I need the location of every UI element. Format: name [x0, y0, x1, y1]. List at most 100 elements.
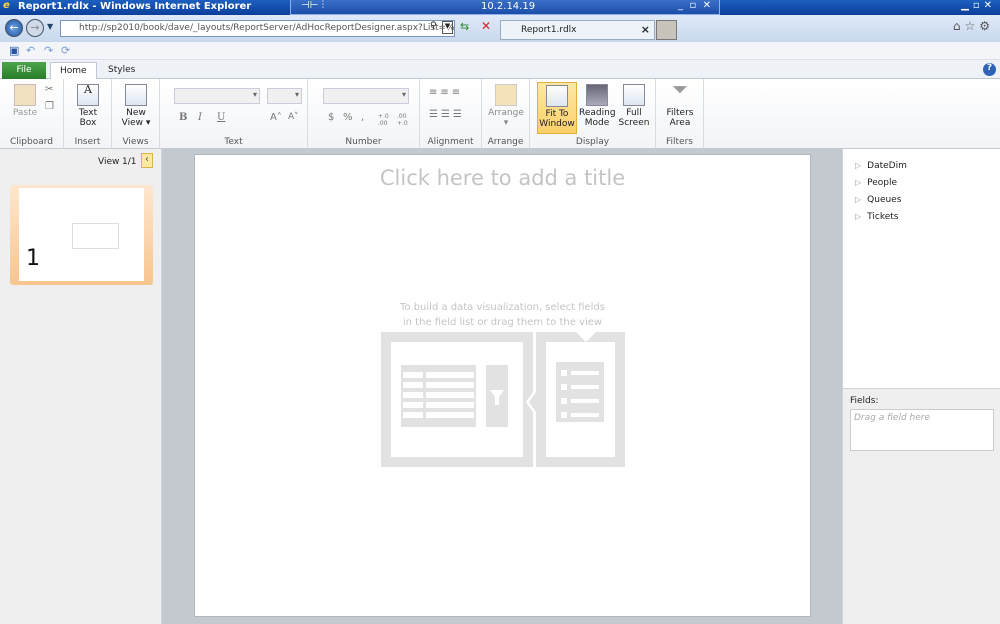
forward-button[interactable]: → — [26, 19, 44, 37]
vertical-align-icons[interactable]: ≡≡≡ — [429, 87, 463, 98]
refresh-report-icon[interactable]: ⟳ — [61, 44, 70, 57]
refresh-icon[interactable]: ⇆ — [460, 20, 469, 33]
cut-icon[interactable]: ✂ — [45, 84, 53, 95]
quick-access-toolbar: ▣ ↶ ↷ ⟳ — [0, 42, 1000, 60]
label: Area — [669, 118, 691, 128]
currency-button[interactable]: $ — [328, 112, 334, 123]
label: View ▾ — [121, 118, 151, 128]
tab-close-button[interactable]: × — [641, 23, 650, 36]
group-text: B I U A˄ A˅ Text — [160, 79, 308, 149]
bold-button[interactable]: B — [179, 112, 187, 123]
label: Fit To — [545, 109, 569, 119]
ie-logo-icon: e — [3, 0, 10, 11]
save-icon[interactable]: ▣ — [9, 44, 19, 57]
expand-icon[interactable]: ▷ — [855, 161, 861, 170]
collapse-pane-button[interactable]: ‹ — [141, 153, 153, 168]
label: Mode — [584, 118, 610, 128]
fit-to-window-button[interactable]: Fit To Window — [537, 82, 577, 134]
shrink-font-button[interactable]: A˅ — [288, 112, 299, 122]
fields-area: Fields: Drag a field here — [843, 388, 1000, 624]
label: Reading — [579, 108, 616, 118]
url-dropdown[interactable]: ▼ — [442, 21, 453, 34]
data-visualization-placeholder-icon — [381, 332, 625, 467]
new-tab-button[interactable] — [656, 20, 677, 40]
new-view-icon — [125, 84, 147, 106]
tab-home[interactable]: Home — [50, 62, 97, 80]
report-page[interactable]: Click here to add a title To build a dat… — [194, 154, 811, 617]
text-box-button[interactable]: A Text Box — [73, 84, 103, 128]
ribbon: Paste ✂ ❐ Clipboard A Text Box Insert New V… — [0, 79, 1000, 149]
hint-line-2: in the field list or drag them to the vi… — [402, 317, 603, 328]
view-thumbnail[interactable]: 1 — [10, 185, 153, 285]
arrange-button[interactable]: Arrange ▾ — [488, 84, 524, 128]
window-controls-outer[interactable]: ▁▫✕ — [961, 0, 996, 11]
view-count: 1/1 — [122, 157, 137, 167]
underline-button[interactable]: U — [217, 112, 225, 123]
group-label: Arrange — [487, 137, 524, 147]
window-title: Report1.rdlx - Windows Internet Explorer — [18, 1, 252, 12]
browser-tab[interactable]: Report1.rdlx × — [500, 20, 655, 40]
comma-button[interactable]: , — [361, 112, 364, 123]
full-screen-button[interactable]: Full Screen — [616, 84, 652, 128]
item-label: People — [867, 178, 898, 188]
paste-button[interactable]: Paste — [10, 84, 40, 118]
grow-font-button[interactable]: A˄ — [270, 112, 282, 123]
field-list-item-tickets[interactable]: ▷ Tickets — [855, 212, 898, 222]
stop-icon[interactable]: ✕ — [481, 19, 491, 33]
italic-button[interactable]: I — [198, 112, 202, 123]
tab-file[interactable]: File — [2, 62, 46, 80]
pin-icon[interactable]: ⊣⊢ ⫶ — [301, 0, 324, 11]
group-label: Clipboard — [10, 137, 53, 147]
address-bar: ← → ▼ http://sp2010/book/dave/_layouts/R… — [0, 15, 1000, 42]
home-favorites-tools-icons[interactable]: ⌂☆⚙ — [953, 19, 994, 33]
group-number: $ % , +.0 .00 .00 +.0 Number — [308, 79, 420, 149]
group-label: Views — [122, 137, 149, 147]
font-family-select[interactable] — [174, 88, 260, 104]
window-controls[interactable]: _ ▫ ✕ — [678, 0, 711, 11]
copy-icon[interactable]: ❐ — [45, 101, 54, 112]
label: New — [126, 108, 146, 118]
label: Text — [78, 108, 98, 118]
redo-icon[interactable]: ↷ — [44, 44, 53, 57]
tab-title: Report1.rdlx — [521, 25, 577, 35]
funnel-icon: ⏷ — [672, 77, 688, 101]
font-size-select[interactable] — [267, 88, 302, 104]
horizontal-align-icons[interactable]: ☰☰☰ — [429, 109, 465, 120]
fields-drop-zone[interactable]: Drag a field here — [850, 409, 994, 451]
field-list-item-queues[interactable]: ▷ Queues — [855, 195, 901, 205]
text-box-icon: A — [77, 84, 99, 106]
remote-ip: 10.2.14.19 — [481, 1, 536, 12]
field-list-item-people[interactable]: ▷ People — [855, 178, 897, 188]
label: Box — [79, 118, 97, 128]
thumbnail-page: 1 — [19, 188, 144, 281]
url-input[interactable]: http://sp2010/book/dave/_layouts/ReportS… — [60, 20, 455, 37]
reading-mode-icon — [586, 84, 608, 106]
fit-icon — [546, 85, 568, 107]
expand-icon[interactable]: ▷ — [855, 195, 861, 204]
view-pane: View 1/1 ‹ 1 — [0, 149, 162, 624]
percent-button[interactable]: % — [343, 112, 353, 123]
title-placeholder[interactable]: Click here to add a title — [195, 166, 810, 190]
undo-icon[interactable]: ↶ — [26, 44, 35, 57]
decrease-decimal-button[interactable]: .00 +.0 — [397, 113, 411, 127]
increase-decimal-button[interactable]: +.0 .00 — [378, 113, 392, 127]
label: Full — [626, 108, 642, 118]
item-label: Tickets — [867, 212, 899, 222]
filters-area-button[interactable]: ⏷ Filters Area — [662, 77, 698, 128]
group-label: Text — [224, 137, 243, 147]
new-view-button[interactable]: New View ▾ — [120, 84, 152, 128]
number-format-select[interactable] — [323, 88, 409, 104]
help-icon[interactable]: ? — [983, 63, 996, 76]
group-label: Number — [345, 137, 382, 147]
expand-icon[interactable]: ▷ — [855, 212, 861, 221]
fields-label: Fields: — [850, 396, 879, 406]
history-dropdown-icon[interactable]: ▼ — [47, 22, 53, 31]
label: ▾ — [503, 118, 509, 128]
search-icon[interactable]: ⚲ — [430, 21, 437, 31]
thumbnail-placeholder-icon — [72, 223, 119, 249]
reading-mode-button[interactable]: Reading Mode — [579, 84, 616, 128]
field-list-item-datedim[interactable]: ▷ DateDim — [855, 161, 907, 171]
back-button[interactable]: ← — [5, 19, 23, 37]
tab-styles[interactable]: Styles — [99, 62, 144, 80]
expand-icon[interactable]: ▷ — [855, 178, 861, 187]
